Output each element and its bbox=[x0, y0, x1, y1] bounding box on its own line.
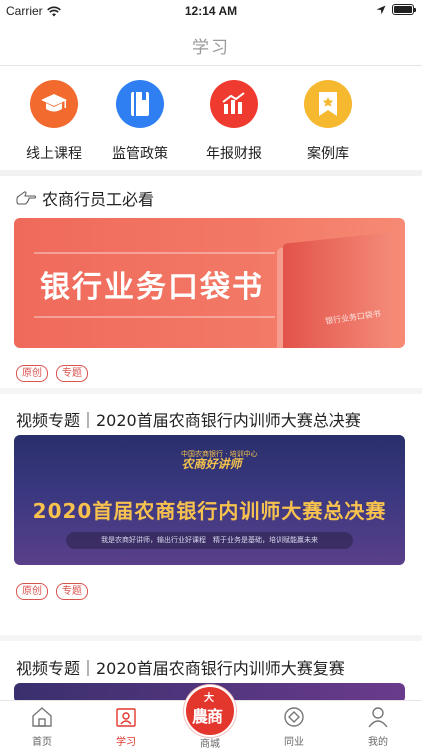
battery-fill bbox=[394, 6, 412, 13]
tag-original: 原创 bbox=[16, 365, 48, 382]
tab-label: 我的 bbox=[368, 737, 388, 748]
article-banner-pocket-book[interactable]: 银行业务口袋书 银行业务口袋书 bbox=[14, 218, 405, 348]
tab-study[interactable]: 学习 bbox=[96, 706, 156, 748]
category-grid: 线上课程 监管政策 年报财报 案例库 bbox=[0, 80, 422, 168]
banner-decor-line bbox=[34, 252, 275, 254]
book-icon bbox=[116, 80, 164, 128]
article-divider bbox=[0, 388, 422, 394]
section-divider bbox=[0, 170, 422, 176]
banner-logo: 农商好讲师 bbox=[181, 457, 242, 471]
category-label: 案例库 bbox=[307, 146, 349, 162]
tab-profile[interactable]: 我的 bbox=[348, 706, 408, 748]
article-divider bbox=[0, 635, 422, 641]
badge-main-text: 農商 bbox=[192, 707, 223, 726]
tag-topic: 专题 bbox=[56, 583, 88, 600]
category-regulatory-policy[interactable]: 监管政策 bbox=[100, 80, 180, 163]
home-icon bbox=[32, 707, 52, 727]
category-online-courses[interactable]: 线上课程 bbox=[14, 80, 94, 163]
badge-top-text: 大 bbox=[204, 693, 214, 704]
category-label: 年报财报 bbox=[206, 146, 262, 162]
clock: 12:14 AM bbox=[184, 4, 238, 18]
tab-label: 同业 bbox=[284, 737, 304, 748]
tab-mall-label[interactable]: 商城 bbox=[180, 735, 240, 750]
battery-icon bbox=[392, 4, 416, 15]
bar-chart-icon bbox=[210, 80, 258, 128]
article-title[interactable]: 视频专题｜2020首届农商银行内训师大赛复赛 bbox=[16, 655, 412, 679]
article-tags: 原创 专题 bbox=[16, 365, 88, 382]
peer-icon bbox=[284, 707, 304, 727]
article-banner-trainer-final[interactable]: 中国农商银行 · 培训中心 农商好讲师 2020首届农商银行内训师大赛总决赛 我… bbox=[14, 435, 405, 565]
nav-bar: 学习 bbox=[0, 22, 422, 66]
tab-peer[interactable]: 同业 bbox=[264, 706, 324, 748]
category-label: 线上课程 bbox=[26, 146, 82, 162]
tag-original: 原创 bbox=[16, 583, 48, 600]
page-title: 学习 bbox=[192, 38, 230, 58]
tab-bar: 首页 学习 大 農商 商城 同业 我的 bbox=[0, 685, 422, 750]
category-case-library[interactable]: 案例库 bbox=[288, 80, 368, 163]
tab-label: 首页 bbox=[32, 737, 52, 748]
banner-decor-line bbox=[34, 316, 275, 318]
tag-topic: 专题 bbox=[56, 365, 88, 382]
mall-icon[interactable]: 大 農商 bbox=[184, 685, 236, 737]
article-title[interactable]: 视频专题｜2020首届农商银行内训师大赛总决赛 bbox=[16, 407, 412, 431]
section-header: 农商行员工必看 bbox=[16, 186, 154, 210]
pointing-hand-icon bbox=[16, 191, 36, 205]
banner-subtitle: 我是农商好讲师，输出行业好课程 精于业务是基础，培训赋能赢未来 bbox=[66, 532, 353, 549]
location-arrow-icon bbox=[376, 5, 386, 14]
status-right bbox=[376, 4, 416, 15]
tab-label: 学习 bbox=[116, 737, 136, 748]
category-annual-reports[interactable]: 年报财报 bbox=[194, 80, 274, 163]
status-bar: Carrier 12:14 AM bbox=[0, 0, 422, 22]
study-icon bbox=[116, 708, 136, 727]
profile-icon bbox=[368, 707, 388, 728]
section-title: 农商行员工必看 bbox=[42, 190, 155, 209]
category-label: 监管政策 bbox=[112, 146, 168, 162]
star-bookmark-icon bbox=[304, 80, 352, 128]
tab-home[interactable]: 首页 bbox=[12, 706, 72, 748]
banner-title: 2020首届农商银行内训师大赛总决赛 bbox=[32, 499, 387, 523]
article-tags: 原创 专题 bbox=[16, 583, 88, 600]
graduation-cap-icon bbox=[30, 80, 78, 128]
book-illustration bbox=[283, 232, 393, 348]
banner-title: 银行业务口袋书 bbox=[40, 270, 264, 305]
